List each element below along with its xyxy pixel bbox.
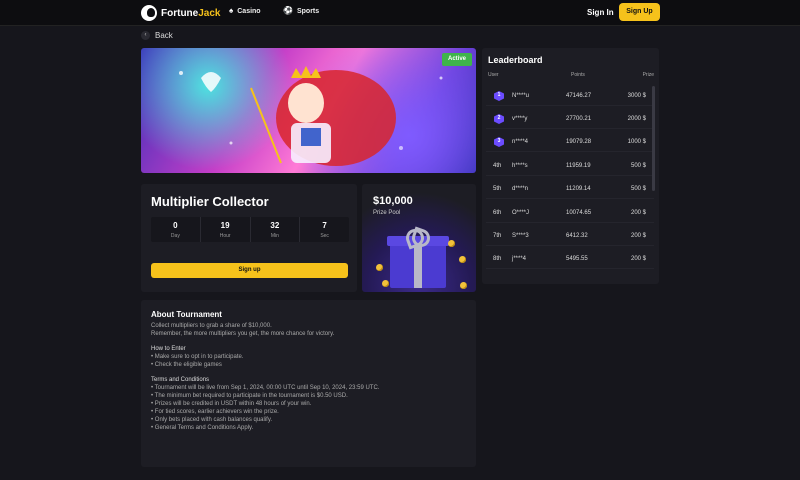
rank-badge-icon: 3 — [494, 137, 504, 147]
row-rank: 7th — [493, 233, 502, 239]
tournament-sign-up-button[interactable]: Sign up — [151, 263, 348, 278]
status-badge: Active — [441, 53, 472, 66]
row-points: 10074.65 — [566, 210, 592, 216]
terms-item: For tied scores, earlier achievers win t… — [151, 408, 466, 416]
leaderboard-row: 5th d****n 11209.14 500 $ — [486, 179, 654, 199]
countdown-seconds: 7 Sec — [320, 221, 329, 239]
leaderboard-panel: Leaderboard User Points Prize 1 N****u 4… — [482, 48, 659, 284]
row-prize: 1000 $ — [627, 139, 646, 145]
leaderboard-title: Leaderboard — [488, 55, 543, 65]
banner-artwork — [179, 66, 443, 166]
nav-sports-label: Sports — [296, 7, 320, 15]
coin-icon — [382, 280, 389, 287]
row-rank: 4th — [493, 163, 502, 169]
row-user: N****u — [512, 93, 530, 99]
row-prize: 200 $ — [630, 210, 646, 216]
how-to-enter-list: Make sure to opt in to participate. Chec… — [151, 353, 466, 369]
coin-icon — [459, 256, 466, 263]
chevron-left-icon: ‹ — [141, 31, 150, 40]
fortunejack-logo[interactable]: FortuneJack — [141, 5, 220, 21]
row-prize: 200 $ — [630, 256, 646, 262]
countdown-days: 0 Day — [151, 217, 201, 242]
how-to-enter-title: How to Enter — [151, 346, 186, 352]
row-user: h****s — [512, 163, 528, 169]
nav-casino[interactable]: ♠ Casino — [229, 7, 261, 15]
gift-bow-icon — [406, 229, 430, 243]
leaderboard-row: 1 N****u 47146.27 3000 $ — [486, 86, 654, 106]
row-user: S****3 — [512, 233, 529, 239]
row-prize: 2000 $ — [627, 116, 646, 122]
terms-item: The minimum bet required to participate … — [151, 392, 466, 400]
terms-item: Only bets placed with cash balances qual… — [151, 416, 466, 424]
nav-casino-label: Casino — [237, 7, 261, 15]
row-rank: 5th — [493, 186, 502, 192]
prize-label: Prize Pool — [373, 210, 401, 216]
casino-icon: ♠ — [229, 6, 234, 15]
nav-sports[interactable]: ⚽ Sports — [283, 7, 319, 15]
coin-icon — [376, 264, 383, 271]
row-user: O****J — [512, 210, 530, 216]
sports-icon: ⚽ — [283, 6, 293, 15]
leaderboard-row: 4th h****s 11959.19 500 $ — [486, 156, 654, 176]
how-item: Check the eligible games — [151, 361, 466, 369]
row-points: 47146.27 — [566, 93, 592, 99]
terms-item: Tournament will be live from Sep 1, 2024… — [151, 384, 466, 392]
tournament-title: Multiplier Collector — [151, 194, 269, 209]
row-prize: 500 $ — [630, 163, 646, 169]
row-points: 19079.28 — [566, 139, 592, 145]
top-navigation-bar: FortuneJack ♠ Casino ⚽ Sports Sign In Si… — [0, 0, 800, 26]
row-prize: 200 $ — [630, 233, 646, 239]
row-user: j****4 — [512, 256, 527, 262]
row-prize: 500 $ — [630, 186, 646, 192]
terms-item: General Terms and Conditions Apply. — [151, 424, 466, 432]
leaderboard-row: 2 v****y 27700.21 2000 $ — [486, 109, 654, 129]
logo-icon — [141, 5, 157, 21]
leaderboard-header: User Points Prize — [488, 72, 654, 80]
back-label: Back — [155, 31, 173, 40]
row-prize: 3000 $ — [627, 93, 646, 99]
about-title: About Tournament — [151, 310, 222, 319]
countdown-minutes: 32 Min — [251, 217, 301, 242]
leaderboard-scrollbar[interactable] — [652, 86, 655, 191]
how-item: Make sure to opt in to participate. — [151, 353, 466, 361]
leaderboard-row: 8th j****4 5495.55 200 $ — [486, 249, 654, 269]
column-user: User — [488, 72, 499, 78]
row-user: d****n — [512, 186, 529, 192]
gift-box-icon — [387, 236, 449, 288]
row-rank: 8th — [493, 256, 502, 262]
coin-icon — [448, 240, 455, 247]
row-points: 11209.14 — [566, 186, 591, 192]
terms-item: Prizes will be credited in USDT within 4… — [151, 400, 466, 408]
about-intro-line: Collect multipliers to grab a share of $… — [151, 323, 272, 329]
prize-pool-card: $10,000 Prize Pool — [362, 184, 476, 292]
coin-icon — [460, 282, 467, 289]
column-points: Points — [571, 72, 585, 78]
row-user: v****y — [512, 116, 528, 122]
leaderboard-row: 7th S****3 6412.32 200 $ — [486, 226, 654, 246]
row-points: 6412.32 — [566, 233, 588, 239]
sign-up-button[interactable]: Sign Up — [619, 3, 660, 21]
logo-text: FortuneJack — [161, 7, 221, 19]
prize-amount: $10,000 — [373, 195, 413, 207]
about-intro-line: Remember, the more multipliers you get, … — [151, 331, 335, 337]
countdown-timer: 0 Day 19 Hour 32 Min 7 Sec — [151, 217, 349, 242]
rank-badge-icon: 2 — [494, 114, 504, 124]
row-points: 11959.19 — [566, 163, 591, 169]
leaderboard-row: 6th O****J 10074.65 200 $ — [486, 203, 654, 223]
row-points: 5495.55 — [566, 256, 588, 262]
back-link[interactable]: ‹ Back — [141, 31, 173, 40]
column-prize: Prize — [642, 72, 654, 78]
row-user: n****4 — [512, 139, 529, 145]
tournament-info-card: Multiplier Collector 0 Day 19 Hour 32 Mi… — [141, 184, 357, 292]
row-rank: 6th — [493, 210, 502, 216]
leaderboard-row: 3 n****4 19079.28 1000 $ — [486, 132, 654, 152]
terms-title: Terms and Conditions — [151, 377, 210, 383]
row-points: 27700.21 — [566, 116, 592, 122]
terms-list: Tournament will be live from Sep 1, 2024… — [151, 384, 466, 432]
rank-badge-icon: 1 — [494, 91, 504, 101]
sign-in-button[interactable]: Sign In — [583, 5, 618, 20]
countdown-hours: 19 Hour — [201, 217, 251, 242]
about-tournament-section: About Tournament Collect multipliers to … — [141, 300, 476, 467]
tournament-banner: Active — [141, 48, 476, 173]
